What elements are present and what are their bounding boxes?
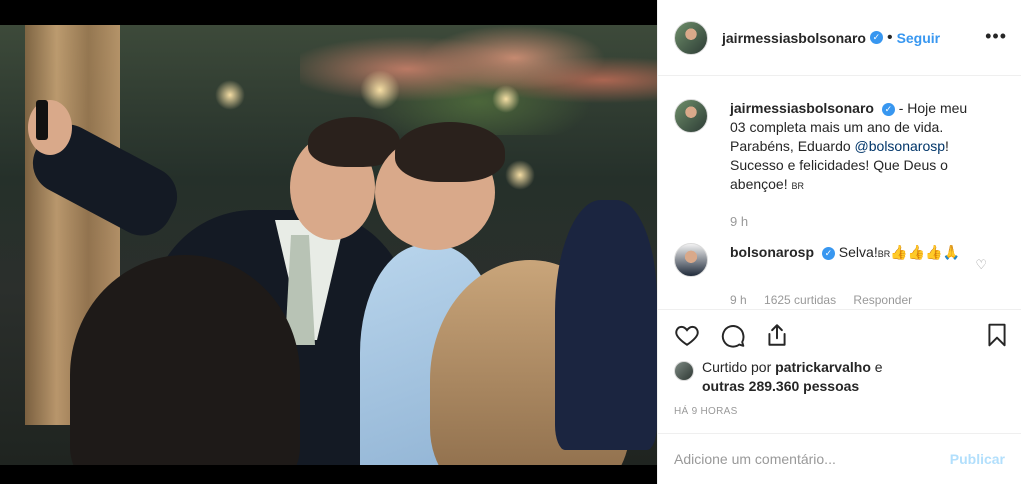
save-bookmark-icon[interactable] <box>984 322 1010 348</box>
verified-badge-icon: ✓ <box>869 31 883 44</box>
liker-username[interactable]: patrickarvalho <box>775 359 871 375</box>
likes-prefix: Curtido por <box>702 359 776 375</box>
comment-like-heart-icon[interactable]: ♡ <box>975 257 987 273</box>
share-icon[interactable] <box>764 322 790 348</box>
post-sidebar: jairmessiasbolsonaro ✓ • Seguir ••• jair… <box>657 0 1021 484</box>
comment-username[interactable]: bolsonarosp <box>730 244 814 260</box>
photo-light <box>492 85 520 113</box>
comment-time[interactable]: 9 h <box>730 293 747 307</box>
reply-button[interactable]: Responder <box>853 293 912 307</box>
photo-light <box>215 80 245 110</box>
publish-button[interactable]: Publicar <box>950 451 1005 467</box>
follow-button[interactable]: Seguir <box>897 30 941 46</box>
flag-br: BR <box>877 249 891 259</box>
add-comment-bar: Publicar <box>658 433 1021 484</box>
likes-text: Curtido por patrickarvalho e outras 289.… <box>702 358 883 396</box>
author-username[interactable]: jairmessiasbolsonaro <box>722 30 866 46</box>
add-comment-input[interactable] <box>674 451 950 467</box>
post-timestamp[interactable]: HÁ 9 HORAS <box>674 406 738 417</box>
post-photo-frame <box>0 0 657 484</box>
caption-body: jairmessiasbolsonaro ✓ - Hoje meu 03 com… <box>730 99 980 231</box>
photo-hair-right <box>395 122 505 182</box>
liker-avatar[interactable] <box>674 361 694 381</box>
comment-meta: 9 h 1625 curtidas Responder <box>730 293 1005 307</box>
caption-avatar[interactable] <box>674 99 708 133</box>
likes-middle: e <box>870 359 883 375</box>
more-options-icon[interactable]: ••• <box>985 26 1007 47</box>
caption-mention-link[interactable]: @bolsonarosp <box>855 138 946 154</box>
post-header: jairmessiasbolsonaro ✓ • Seguir ••• <box>658 0 1021 76</box>
caption-row: jairmessiasbolsonaro ✓ - Hoje meu 03 com… <box>674 99 1005 231</box>
comment-body: bolsonarosp ✓ Selva!BR👍👍👍🙏 <box>730 243 980 277</box>
verified-badge-icon: ✓ <box>881 102 895 116</box>
comment-emoji: 👍👍👍🙏 <box>890 244 960 260</box>
comments-section[interactable]: jairmessiasbolsonaro ✓ - Hoje meu 03 com… <box>658 77 1021 309</box>
comment-bubble-icon[interactable] <box>720 322 746 348</box>
photo-background-woman <box>555 200 657 450</box>
caption-time[interactable]: 9 h <box>730 212 980 231</box>
photo-light <box>360 70 400 110</box>
photo-phone <box>36 100 48 140</box>
like-heart-icon[interactable] <box>674 322 700 348</box>
likes-summary: Curtido por patrickarvalho e outras 289.… <box>674 358 1005 396</box>
post-photo[interactable] <box>0 25 657 465</box>
likes-others-link[interactable]: outras 289.360 pessoas <box>702 378 859 394</box>
comment-avatar[interactable] <box>674 243 708 277</box>
comment-text: Selva! <box>834 244 878 260</box>
photo-hand <box>28 100 72 155</box>
caption-username[interactable]: jairmessiasbolsonaro <box>730 100 874 116</box>
flag-br: BR <box>791 181 805 191</box>
photo-light <box>505 160 535 190</box>
action-bar <box>658 309 1021 357</box>
verified-badge-icon: ✓ <box>821 246 835 260</box>
header-separator: • <box>886 28 893 46</box>
author-avatar[interactable] <box>674 20 708 55</box>
comment-likes-count[interactable]: 1625 curtidas <box>764 293 836 307</box>
comment-row: bolsonarosp ✓ Selva!BR👍👍👍🙏 ♡ <box>674 243 1005 277</box>
